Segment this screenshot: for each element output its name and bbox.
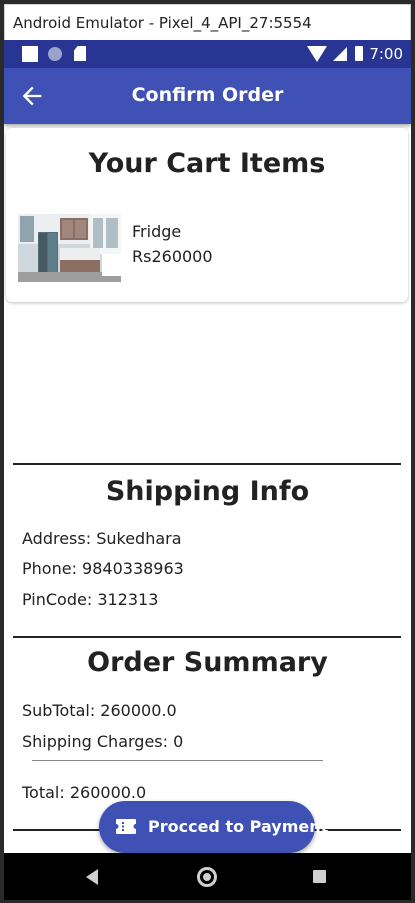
divider bbox=[13, 463, 401, 465]
app-bar: Confirm Order bbox=[4, 68, 411, 124]
nav-back-icon[interactable] bbox=[86, 869, 98, 885]
battery-icon bbox=[355, 46, 363, 61]
wifi-icon bbox=[307, 46, 327, 62]
page-title: Confirm Order bbox=[131, 84, 284, 106]
payment-ticket-icon bbox=[116, 819, 136, 834]
signal-icon bbox=[333, 47, 347, 61]
shipping-address: Address: Sukedhara bbox=[22, 529, 182, 548]
android-nav-bar bbox=[4, 853, 411, 900]
emulator-frame: Android Emulator - Pixel_4_API_27:5554 7… bbox=[0, 0, 415, 903]
summary-section-title: Order Summary bbox=[87, 647, 328, 678]
nav-recents-icon[interactable] bbox=[313, 870, 326, 883]
status-time: 7:00 bbox=[369, 45, 403, 63]
cart-section-title: Your Cart Items bbox=[88, 148, 326, 179]
divider bbox=[13, 636, 401, 638]
summary-shipping-charges: Shipping Charges: 0 bbox=[22, 732, 184, 751]
window-title-bar: Android Emulator - Pixel_4_API_27:5554 bbox=[4, 4, 411, 40]
proceed-to-payment-button[interactable]: Procced to Payment bbox=[99, 801, 328, 853]
cart-card: Your Cart Items Fridge Rs260000 bbox=[6, 128, 408, 302]
shipping-pincode: PinCode: 312313 bbox=[22, 590, 159, 609]
status-bar: 7:00 bbox=[4, 40, 411, 68]
circle-icon bbox=[48, 47, 62, 61]
item-name[interactable]: Fridge bbox=[132, 222, 181, 241]
summary-rule bbox=[32, 760, 323, 761]
shipping-phone: Phone: 9840338963 bbox=[22, 559, 184, 578]
shipping-section-title: Shipping Info bbox=[105, 476, 310, 507]
nav-home-icon[interactable] bbox=[197, 867, 217, 887]
order-content: Your Cart Items Fridge Rs260000 Shipping… bbox=[4, 124, 411, 854]
kitchen-fridge-photo bbox=[18, 214, 121, 282]
device-screen: 7:00 Confirm Order Your Cart Items Fridg… bbox=[4, 40, 411, 900]
sd-card-icon bbox=[74, 46, 86, 61]
notification-square-icon bbox=[22, 46, 38, 62]
proceed-to-payment-label: Procced to Payment bbox=[148, 817, 329, 836]
window-title: Android Emulator - Pixel_4_API_27:5554 bbox=[13, 14, 312, 32]
item-image bbox=[18, 214, 121, 282]
summary-subtotal: SubTotal: 260000.0 bbox=[22, 701, 177, 720]
summary-total: Total: 260000.0 bbox=[22, 783, 147, 802]
item-price: Rs260000 bbox=[132, 247, 213, 266]
